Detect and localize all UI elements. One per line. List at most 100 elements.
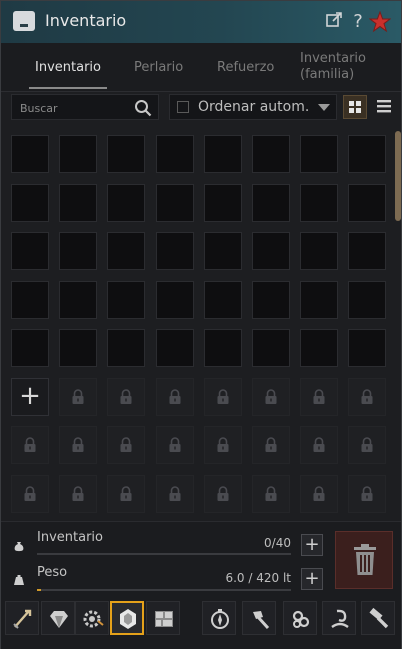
inventory-icon [13, 11, 35, 31]
auto-sort-dropdown[interactable]: Ordenar autom. [169, 94, 337, 120]
category-gear-pet-button[interactable] [75, 601, 109, 635]
inventory-slot[interactable] [155, 135, 194, 173]
scrollbar[interactable] [395, 131, 401, 221]
inventory-slot[interactable] [300, 183, 339, 222]
inventory-slot[interactable] [252, 280, 290, 319]
sword-icon [13, 609, 32, 629]
inventory-slot[interactable] [300, 135, 339, 173]
inventory-slot[interactable] [11, 232, 49, 270]
axe-icon [253, 611, 270, 630]
lock-icon [264, 485, 278, 506]
tab-refuerzo[interactable]: Refuerzo [217, 43, 274, 91]
lock-icon [360, 437, 374, 457]
lock-icon [168, 388, 182, 409]
inventory-slot[interactable] [107, 329, 146, 367]
locked-slot [300, 377, 339, 416]
inventory-slot[interactable] [11, 329, 49, 367]
category-rune-button[interactable] [283, 601, 317, 635]
inventory-slot[interactable] [59, 280, 98, 319]
inventory-slot[interactable] [107, 135, 146, 173]
inventory-slot[interactable] [155, 232, 194, 270]
locked-slot [155, 426, 194, 464]
locked-slot [300, 426, 339, 464]
inventory-slot[interactable] [252, 329, 290, 367]
inventory-slot[interactable] [203, 329, 242, 367]
lock-icon [119, 388, 133, 409]
tab-perlario[interactable]: Perlario [134, 43, 183, 91]
inventory-slot[interactable] [203, 135, 242, 173]
lock-icon [23, 437, 37, 457]
popout-icon[interactable] [323, 11, 345, 33]
category-crystal-button[interactable] [110, 601, 144, 635]
inventory-slot[interactable] [11, 183, 49, 222]
locked-slot [348, 426, 387, 464]
tab-inventario[interactable]: Inventario [29, 43, 107, 91]
inventory-slot[interactable] [59, 232, 98, 270]
compass-icon [211, 609, 229, 629]
tab-inventario-familia[interactable]: Inventario (familia) [300, 43, 378, 91]
inventory-slot[interactable] [107, 280, 146, 319]
inventory-slot[interactable] [203, 183, 242, 222]
favorite-star-icon[interactable] [368, 10, 392, 33]
search-input[interactable] [18, 98, 132, 118]
add-slot-button[interactable]: + [11, 377, 49, 416]
fishing-icon [331, 609, 349, 628]
weight-icon [14, 575, 24, 585]
inventory-slot[interactable] [348, 280, 387, 319]
inventory-slot[interactable] [348, 232, 387, 270]
inventory-slot[interactable] [252, 135, 290, 173]
inventory-slot[interactable] [59, 329, 98, 367]
inventory-slot[interactable] [59, 135, 98, 173]
inventory-slot[interactable] [203, 232, 242, 270]
inventory-slot[interactable] [107, 232, 146, 270]
inventory-slot[interactable] [203, 280, 242, 319]
help-icon[interactable]: ? [347, 11, 369, 33]
lock-icon [264, 388, 278, 409]
inventory-slot[interactable] [300, 280, 339, 319]
lock-icon [71, 437, 85, 457]
inventory-slot[interactable] [348, 329, 387, 367]
category-compass-button[interactable] [202, 601, 236, 635]
plus-icon: + [19, 380, 41, 411]
inventory-slot[interactable] [300, 329, 339, 367]
auto-sort-checkbox[interactable] [177, 101, 189, 113]
grid-view-button[interactable] [343, 95, 367, 119]
locked-slot [59, 426, 98, 464]
block-icon [155, 611, 173, 627]
inventory-slot[interactable] [348, 183, 387, 222]
category-block-button[interactable] [146, 601, 180, 635]
inventory-slot[interactable] [107, 183, 146, 222]
locked-slot [59, 377, 98, 416]
inventory-slot[interactable] [155, 183, 194, 222]
locked-slot [59, 474, 98, 513]
category-fishing-button[interactable] [322, 601, 356, 635]
inventory-slot[interactable] [59, 183, 98, 222]
locked-slot [107, 377, 146, 416]
inventory-slot[interactable] [11, 135, 49, 173]
inventory-grid: + [1, 129, 401, 519]
window-title: Inventario [45, 11, 127, 30]
chevron-down-icon [318, 104, 330, 111]
inventory-slot[interactable] [155, 280, 194, 319]
list-view-button[interactable] [373, 95, 397, 119]
inventory-slot[interactable] [252, 183, 290, 222]
lock-icon [119, 437, 133, 457]
category-hammer-button[interactable] [361, 601, 395, 635]
locked-slot [348, 474, 387, 513]
title-bar[interactable]: Inventario ? [1, 1, 401, 43]
inventory-slot[interactable] [11, 280, 49, 319]
category-gem-button[interactable] [41, 601, 75, 635]
inventory-slot[interactable] [348, 135, 387, 173]
inventory-slot[interactable] [252, 232, 290, 270]
category-axe-button[interactable] [242, 601, 276, 635]
expand-inventory-button[interactable]: + [301, 534, 323, 556]
inventory-slot[interactable] [155, 329, 194, 367]
weight-label: Peso [37, 565, 68, 580]
category-sword-button[interactable] [5, 601, 39, 635]
weight-bar-fill [37, 589, 41, 591]
expand-weight-button[interactable]: + [301, 568, 323, 590]
search-icon[interactable] [134, 99, 152, 117]
trash-button[interactable] [335, 531, 393, 589]
auto-sort-label: Ordenar autom. [198, 99, 310, 115]
inventory-slot[interactable] [300, 232, 339, 270]
